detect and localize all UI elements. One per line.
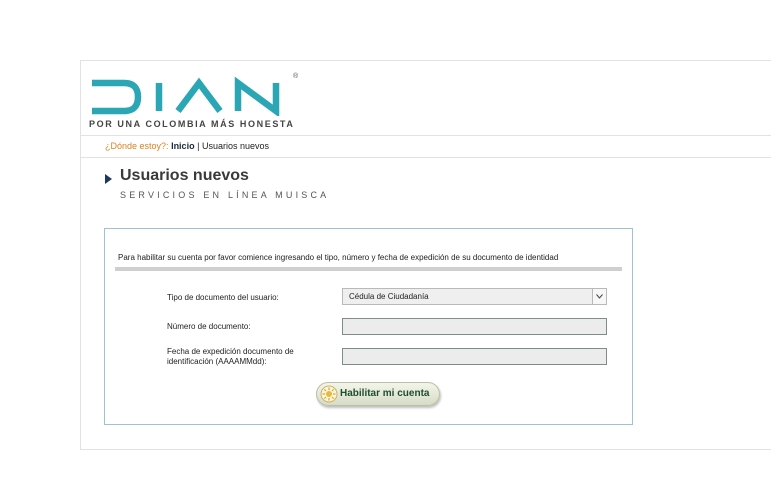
issue-date-label-line2: identificación (AAAAMMdd):	[167, 357, 267, 366]
divider	[81, 157, 771, 158]
sun-icon	[320, 385, 338, 403]
breadcrumb-home-link[interactable]: Inicio	[171, 141, 195, 151]
dian-logo[interactable]: ®	[88, 70, 303, 116]
title-arrow-icon	[105, 174, 112, 184]
header: ® POR UNA COLOMBIA MÁS HONESTA	[81, 61, 771, 136]
page-subtitle: SERVICIOS EN LÍNEA MUISCA	[120, 190, 330, 200]
main-frame: ® POR UNA COLOMBIA MÁS HONESTA ¿Dónde es…	[80, 60, 771, 450]
doc-type-label: Tipo de documento del usuario:	[167, 293, 279, 302]
issue-date-label-line1: Fecha de expedición documento de	[167, 347, 294, 356]
enable-account-button[interactable]: Habilitar mi cuenta	[316, 382, 440, 406]
registered-mark: ®	[293, 72, 299, 80]
chevron-down-icon[interactable]	[592, 289, 606, 304]
doc-type-select[interactable]: Cédula de Ciudadanía	[342, 288, 607, 305]
breadcrumb: ¿Dónde estoy?: Inicio | Usuarios nuevos	[105, 141, 269, 151]
doc-number-label: Número de documento:	[167, 322, 251, 331]
issue-date-input[interactable]	[342, 348, 607, 365]
divider	[81, 135, 771, 136]
breadcrumb-separator: |	[197, 141, 200, 151]
activation-form: Para habilitar su cuenta por favor comie…	[104, 228, 633, 425]
breadcrumb-where-label: ¿Dónde estoy?:	[105, 141, 169, 151]
page-title: Usuarios nuevos	[120, 167, 249, 184]
enable-account-button-label: Habilitar mi cuenta	[340, 388, 430, 399]
doc-type-value: Cédula de Ciudadanía	[349, 292, 429, 301]
breadcrumb-current: Usuarios nuevos	[201, 141, 269, 151]
tagline: POR UNA COLOMBIA MÁS HONESTA	[89, 119, 295, 129]
divider	[115, 267, 622, 271]
doc-number-input[interactable]	[342, 318, 607, 335]
form-intro-text: Para habilitar su cuenta por favor comie…	[118, 253, 559, 262]
